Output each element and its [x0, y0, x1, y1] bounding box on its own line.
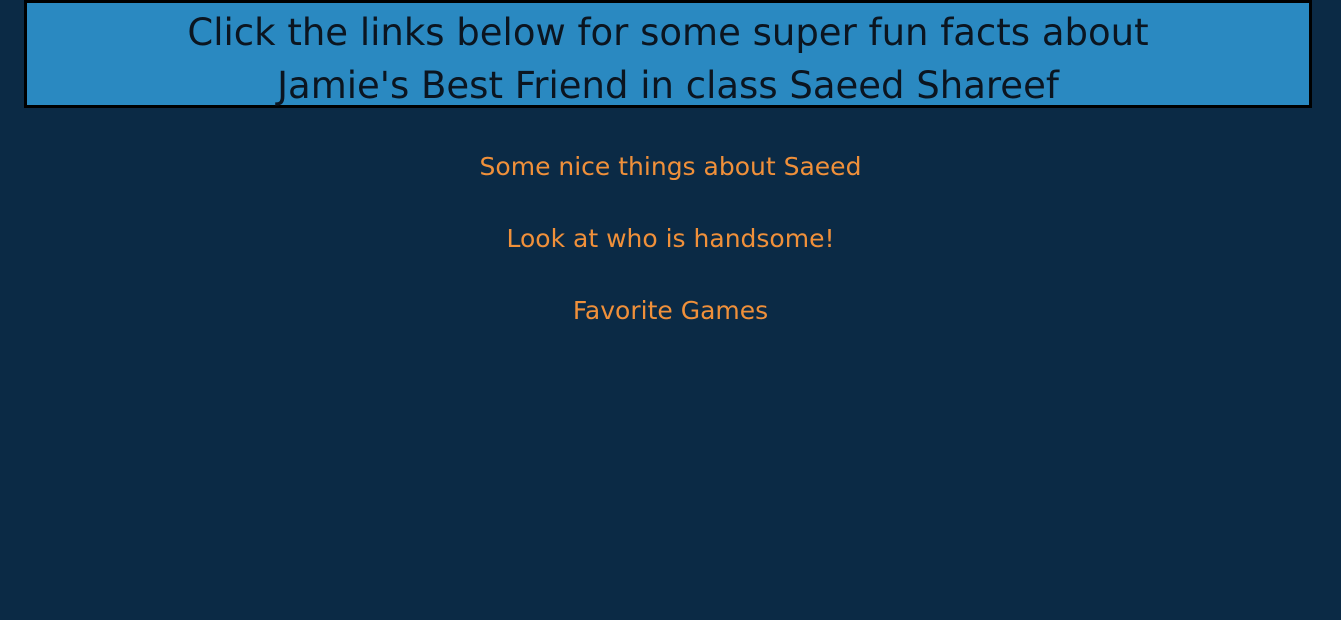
link-who-is-handsome[interactable]: Look at who is handsome! — [0, 222, 1341, 256]
page: Click the links below for some super fun… — [0, 0, 1341, 620]
link-list: Some nice things about Saeed Look at who… — [0, 150, 1341, 366]
header-line-2: Jamie's Best Friend in class Saeed Share… — [277, 64, 1059, 107]
header-line-1: Click the links below for some super fun… — [187, 11, 1149, 54]
page-header: Click the links below for some super fun… — [24, 0, 1312, 108]
link-nice-things-about-saeed[interactable]: Some nice things about Saeed — [0, 150, 1341, 184]
link-favorite-games[interactable]: Favorite Games — [0, 294, 1341, 328]
